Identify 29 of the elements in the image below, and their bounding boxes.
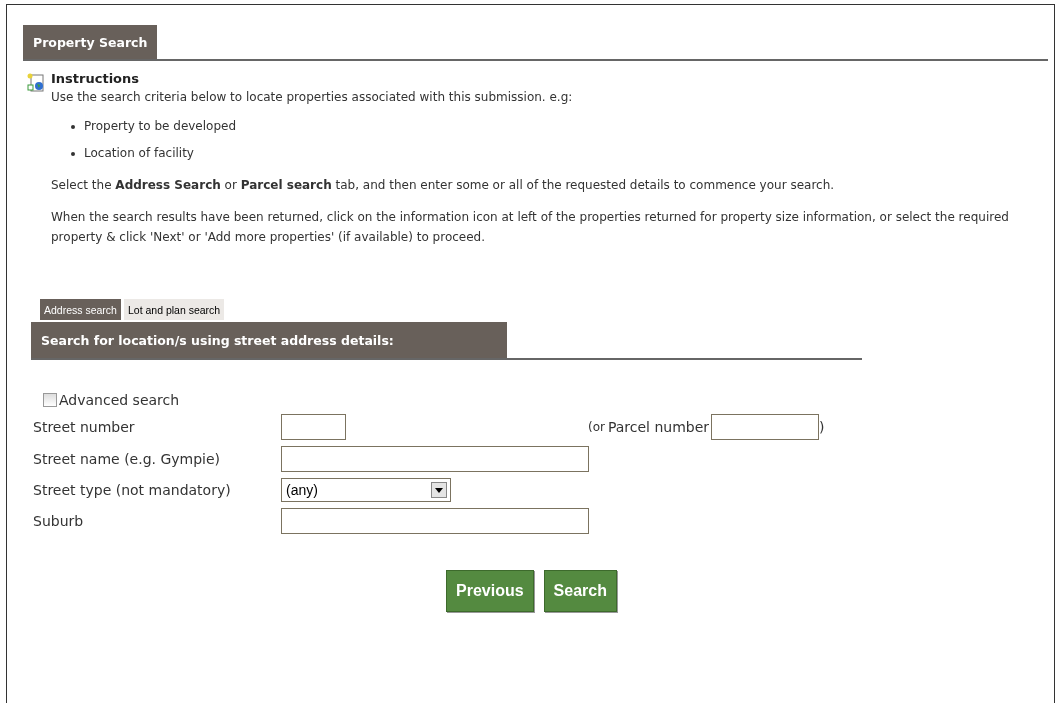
- input-field[interactable]: [711, 414, 820, 440]
- field-label: Parcel number: [607, 419, 710, 435]
- action-button[interactable]: Previous: [446, 570, 534, 612]
- instructions-text: Select the Address Search or Parcel search tab, and then enter some or all of the requested details to commence your search.: [51, 177, 836, 194]
- input-field[interactable]: [281, 508, 589, 534]
- tab[interactable]: Lot and plan search: [123, 299, 225, 320]
- instructions-text: When the search results have been returned, click on the information icon at left of the properties returned for property size information, or select the required property & click 'Next' or 'Add more properties' (if available) to proceed.: [51, 209, 1010, 246]
- parcel-prefix: (or: [588, 420, 605, 434]
- page-title: Property Search: [23, 25, 158, 59]
- bullet-text: Property to be developed: [84, 118, 237, 135]
- tab[interactable]: Address search: [40, 299, 121, 320]
- bullet-icon: [71, 124, 75, 129]
- parcel-suffix: ): [819, 419, 825, 435]
- field-label: Street type (not mandatory): [33, 482, 232, 498]
- instructions-heading: Instructions: [51, 71, 140, 86]
- bullet-text: Location of facility: [84, 145, 194, 162]
- input-field[interactable]: [281, 414, 346, 440]
- instructions-text: Use the search criteria below to locate properties associated with this submission. e.g:: [51, 89, 574, 106]
- document-globe-icon: [27, 73, 45, 93]
- section-heading: Search for location/s using street address details:: [31, 322, 507, 358]
- bullet-icon: [71, 151, 75, 156]
- field-label: Suburb: [33, 513, 85, 529]
- checkbox-label: Advanced search: [59, 392, 180, 408]
- checkbox[interactable]: [43, 393, 57, 407]
- action-button[interactable]: Search: [543, 570, 617, 612]
- field-label: Street number: [33, 419, 136, 435]
- field-label: Street name (e.g. Gympie): [33, 451, 222, 467]
- input-field[interactable]: [281, 446, 589, 472]
- dropdown[interactable]: (any): [281, 478, 451, 502]
